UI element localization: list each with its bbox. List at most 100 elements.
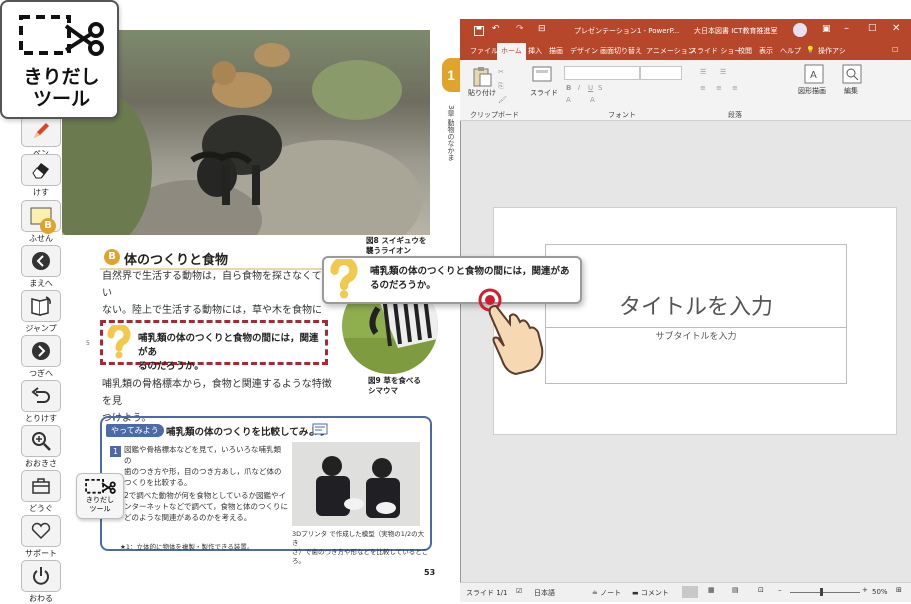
toolbar-label: ふせん [29,234,53,243]
toolbar-label: つぎへ [29,369,53,378]
align-right-icon[interactable]: ≡ [732,84,738,92]
tab-review[interactable]: 校閲 [738,46,752,56]
bullets-icon[interactable]: ☰ [700,68,706,76]
zoom-slider[interactable] [790,592,860,593]
shadow-button[interactable]: S [598,84,602,92]
reading-view-icon[interactable]: ▤ [732,586,739,594]
tab-slideshow[interactable]: スライド ショー [690,46,741,56]
toolbar-next[interactable]: つぎへ [20,335,62,379]
lion-figure [212,43,290,108]
ppt-title-bar: ↶ ↷ ⊟ プレゼンテーション1 - PowerP... 大日本図書 ICT教育… [460,19,911,43]
toolbar-label: けす [33,188,49,197]
customize-quick-access-icon[interactable]: ⊟ [538,24,546,34]
avatar[interactable] [793,23,807,37]
spellcheck-icon[interactable]: ☑ [516,587,522,595]
underline-button[interactable]: U [588,84,593,92]
font-size-down-button[interactable]: A [590,96,595,104]
minimize-button[interactable]: – [844,23,849,34]
tab-file[interactable]: ファイル [470,46,498,56]
toolbar-quit[interactable]: おわる [20,560,62,604]
section-title: 体のつくりと食物 [124,252,229,267]
kiridashi-tool-window[interactable]: きりだし ツール [0,0,119,119]
line-number: 5 [86,340,90,347]
group-font: フォント [608,111,636,119]
tab-view[interactable]: 表示 [759,46,773,56]
maximize-button[interactable]: □ [868,23,877,33]
redo-icon[interactable]: ↷ [516,24,524,34]
normal-view-icon[interactable] [682,586,698,598]
title-placeholder-text: タイトルを入力 [618,295,773,320]
activity-footnote: ★1：立体的に物体を複製・製作できる装置。 [120,543,254,551]
section-badge: B [40,218,56,234]
numbering-icon[interactable]: ☰ [720,68,726,76]
bold-button[interactable]: B [566,84,571,92]
tell-me-search[interactable]: 操作アシ [818,46,846,56]
chapter-side-text: 3章 動物のなかま [447,105,455,161]
slide-sorter-icon[interactable]: ▦ [708,586,715,594]
new-slide-icon[interactable] [532,66,552,84]
ppt-window-title: プレゼンテーション1 - PowerP... [574,27,680,35]
zoom-in-button[interactable]: + [862,586,868,594]
subtitle-placeholder[interactable]: サブタイトルを入力 [545,327,847,384]
cut-icon[interactable]: ✂ [498,68,504,76]
align-center-icon[interactable]: ≡ [716,84,722,92]
toolbar-eraser[interactable]: けす [20,154,62,198]
font-name-field[interactable] [564,66,640,80]
tab-design[interactable]: デザイン [570,46,598,56]
toolbar-jump[interactable]: ジャンプ [20,290,62,334]
save-icon[interactable] [474,26,484,36]
toolbar-label: おおきさ [25,459,57,468]
ribbon-display-icon[interactable]: ▣ [822,24,831,34]
slide-canvas[interactable]: タイトルを入力 サブタイトルを入力 [493,207,897,435]
zoom-level[interactable]: 50% [872,588,888,596]
slideshow-icon[interactable]: ⊡ [758,586,764,594]
format-painter-icon[interactable]: 🖌 [498,96,507,104]
toolbar-label: とりけす [25,414,57,423]
paste-label: 貼り付け [468,89,496,97]
italic-button[interactable]: I [578,84,580,92]
digital-content-icon[interactable] [312,423,328,435]
tab-insert[interactable]: 挿入 [528,46,542,56]
font-size-field[interactable] [640,66,682,80]
kiridashi-popup-button[interactable]: きりだし ツール [76,473,124,519]
toolbar-support[interactable]: サポート [20,515,62,559]
copy-icon[interactable]: ⎘ [498,82,504,91]
comments-button[interactable]: ▬ コメント [632,588,669,598]
toolbar-undo[interactable]: とりけす [20,380,62,424]
ppt-ribbon-tabs: ファイル ホーム 挿入 描画 デザイン 画面切り替え アニメーション スライド … [460,43,911,60]
tab-help[interactable]: ヘルプ [780,46,801,56]
toolbar-pen[interactable]: ペン [20,115,62,159]
zoom-icon [21,425,61,457]
shapes-icon[interactable]: A [804,64,824,84]
pen-icon [21,115,61,147]
toolbar-zoom[interactable]: おおきさ [20,425,62,469]
scissors-cut-icon [85,479,116,494]
tab-draw[interactable]: 描画 [549,46,563,56]
zoom-slider-thumb[interactable] [820,588,823,596]
question-mark-icon [330,259,358,299]
toolbar-tools[interactable]: どうぐ [20,470,62,514]
title-placeholder[interactable]: タイトルを入力 [545,244,847,328]
eraser-icon [21,154,61,186]
tab-animations[interactable]: アニメーション [646,46,695,56]
tab-transitions[interactable]: 画面切り替え [600,46,642,56]
zoom-out-button[interactable]: – [778,586,782,594]
toolbar-prev[interactable]: まえへ [20,245,62,289]
language-status[interactable]: 日本語 [534,588,555,598]
close-button[interactable]: ✕ [892,23,900,34]
toolbar-label: サポート [25,549,57,558]
align-left-icon[interactable]: ≡ [700,84,706,92]
power-icon [21,560,61,592]
chevron-left-icon [21,245,61,277]
paste-icon[interactable] [472,66,492,88]
undo-icon[interactable]: ↶ [492,24,500,34]
notes-label: ノート [600,589,622,597]
fig8-caption: 図8 スイギュウを 襲うライオン [366,236,427,255]
comment-icon[interactable]: ☐ [892,46,898,54]
fit-to-window-icon[interactable]: ⊞ [896,586,902,594]
account-name: 大日本図書 ICT教育推進室 [694,27,778,35]
notes-button[interactable]: ≐ ノート [592,588,621,598]
tab-home[interactable]: ホーム [497,43,526,60]
find-icon[interactable] [842,64,862,84]
font-color-button[interactable]: A [566,96,571,104]
